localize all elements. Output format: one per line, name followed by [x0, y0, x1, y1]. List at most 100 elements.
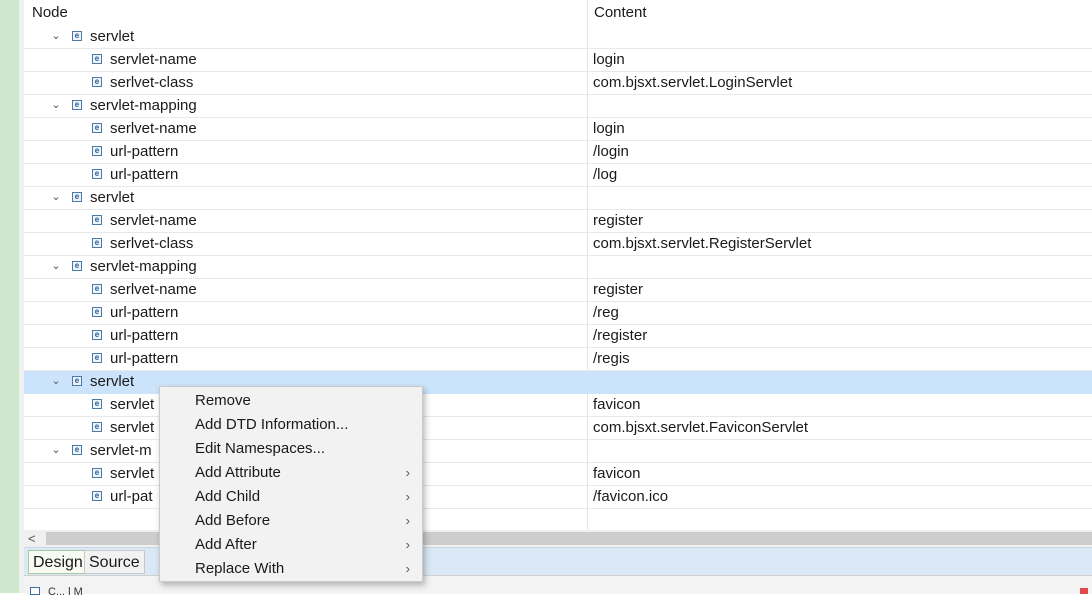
menu-item-add-attribute[interactable]: Add Attribute › — [160, 461, 422, 485]
node-name[interactable]: servlet-mapping — [90, 97, 197, 114]
xml-element-icon: e — [92, 284, 102, 294]
tree-row[interactable]: e url-pattern/regis — [24, 348, 1092, 371]
column-header-content[interactable]: Content — [594, 4, 647, 21]
node-name[interactable]: servlet — [110, 419, 154, 436]
tab-design[interactable]: Design — [28, 550, 88, 574]
chevron-down-icon[interactable]: ⌄ — [50, 29, 62, 43]
tree-row[interactable]: ⌄ e servlet — [24, 26, 1092, 49]
node-content[interactable]: com.bjsxt.servlet.RegisterServlet — [593, 235, 811, 252]
tree-row[interactable]: e url-pattern/reg — [24, 302, 1092, 325]
node-name[interactable]: servlet-m — [90, 442, 152, 459]
tree-row[interactable]: e url-pattern/login — [24, 141, 1092, 164]
node-name[interactable]: servlet — [110, 396, 154, 413]
scroll-left-icon[interactable]: < — [28, 531, 42, 546]
node-name[interactable]: servlet-name — [110, 212, 197, 229]
menu-item-edit-namespaces[interactable]: Edit Namespaces... — [160, 437, 422, 461]
menu-item-add-after[interactable]: Add After › — [160, 533, 422, 557]
node-name[interactable]: serlvet-name — [110, 281, 197, 298]
node-content[interactable]: /login — [593, 143, 629, 160]
menu-item-label: Add After — [195, 536, 257, 553]
tree-row[interactable]: e url-pattern/register — [24, 325, 1092, 348]
node-content[interactable]: /log — [593, 166, 617, 183]
tree-row[interactable]: e url-pattern/log — [24, 164, 1092, 187]
error-marker-icon — [1080, 588, 1088, 594]
xml-element-icon: e — [72, 31, 82, 41]
chevron-down-icon[interactable]: ⌄ — [50, 98, 62, 112]
node-content[interactable]: register — [593, 212, 643, 229]
node-content[interactable]: com.bjsxt.servlet.FaviconServlet — [593, 419, 808, 436]
menu-item-replace-with[interactable]: Replace With › — [160, 557, 422, 581]
xml-element-icon: e — [72, 192, 82, 202]
node-name[interactable]: url-pattern — [110, 166, 178, 183]
node-name[interactable]: url-pattern — [110, 350, 178, 367]
tree-row[interactable]: ⌄ e servlet — [24, 187, 1092, 210]
xml-element-icon: e — [72, 376, 82, 386]
menu-item-label: Edit Namespaces... — [195, 440, 326, 457]
node-content[interactable]: login — [593, 51, 625, 68]
column-header-node[interactable]: Node — [32, 4, 68, 21]
tree-row[interactable]: e serlvet-name login — [24, 118, 1092, 141]
chevron-down-icon[interactable]: ⌄ — [50, 190, 62, 204]
xml-element-icon: e — [92, 468, 102, 478]
menu-item-add-child[interactable]: Add Child › — [160, 485, 422, 509]
menu-item-label: Add DTD Information... — [195, 416, 349, 433]
bottom-panel-tab-label[interactable]: C... l M — [48, 586, 83, 598]
menu-item-label: Replace With — [195, 560, 285, 577]
chevron-down-icon[interactable]: ⌄ — [50, 443, 62, 457]
node-name[interactable]: servlet — [90, 373, 134, 390]
xml-element-icon: e — [92, 353, 102, 363]
xml-element-icon: e — [92, 330, 102, 340]
xml-element-icon: e — [72, 261, 82, 271]
node-name[interactable]: url-pat — [110, 488, 153, 505]
node-content[interactable]: favicon — [593, 465, 641, 482]
tree-row[interactable]: ⌄ e servlet-mapping — [24, 256, 1092, 279]
node-name[interactable]: url-pattern — [110, 327, 178, 344]
menu-item-label: Add Before — [195, 512, 271, 529]
node-name[interactable]: serlvet-name — [110, 120, 197, 137]
menu-item-remove[interactable]: Remove — [160, 389, 422, 413]
tree-row[interactable]: e serlvet-class com.bjsxt.servlet.LoginSer… — [24, 72, 1092, 95]
submenu-arrow-icon: › — [405, 489, 410, 504]
node-name[interactable]: url-pattern — [110, 143, 178, 160]
tree-row[interactable]: e servlet-name register — [24, 210, 1092, 233]
node-name[interactable]: servlet — [90, 189, 134, 206]
node-name[interactable]: url-pattern — [110, 304, 178, 321]
xml-element-icon: e — [72, 100, 82, 110]
xml-element-icon: e — [92, 146, 102, 156]
node-content[interactable]: /register — [593, 327, 647, 344]
node-name[interactable]: servlet-mapping — [90, 258, 197, 275]
xml-element-icon: e — [92, 54, 102, 64]
xml-element-icon: e — [92, 422, 102, 432]
node-content[interactable]: favicon — [593, 396, 641, 413]
console-icon[interactable] — [30, 587, 40, 595]
menu-item-label: Remove — [195, 392, 251, 409]
tree-row[interactable]: e servlet-name login — [24, 49, 1092, 72]
node-name[interactable]: serlvet-class — [110, 74, 193, 91]
node-content[interactable]: /reg — [593, 304, 619, 321]
node-content[interactable]: com.bjsxt.servlet.LoginServlet — [593, 74, 792, 91]
tree-row[interactable]: ⌄ e servlet-mapping — [24, 95, 1092, 118]
xml-element-icon: e — [92, 491, 102, 501]
context-menu: Remove Add DTD Information... Edit Namespa… — [159, 386, 423, 582]
menu-item-add-before[interactable]: Add Before › — [160, 509, 422, 533]
node-name[interactable]: servlet — [90, 28, 134, 45]
xml-element-icon: e — [92, 77, 102, 87]
tree-row[interactable]: e serlvet-name register — [24, 279, 1092, 302]
tab-source[interactable]: Source — [84, 550, 145, 574]
xml-element-icon: e — [92, 238, 102, 248]
tree-header: Node Content — [24, 0, 1092, 26]
node-name[interactable]: servlet — [110, 465, 154, 482]
node-content[interactable]: /favicon.ico — [593, 488, 668, 505]
node-name[interactable]: servlet-name — [110, 51, 197, 68]
chevron-down-icon[interactable]: ⌄ — [50, 259, 62, 273]
node-content[interactable]: /regis — [593, 350, 630, 367]
xml-element-icon: e — [92, 399, 102, 409]
node-content[interactable]: register — [593, 281, 643, 298]
submenu-arrow-icon: › — [405, 537, 410, 552]
menu-item-add-dtd-information[interactable]: Add DTD Information... — [160, 413, 422, 437]
xml-element-icon: e — [72, 445, 82, 455]
chevron-down-icon[interactable]: ⌄ — [50, 374, 62, 388]
node-name[interactable]: serlvet-class — [110, 235, 193, 252]
tree-row[interactable]: e serlvet-class com.bjsxt.servlet.Register… — [24, 233, 1092, 256]
node-content[interactable]: login — [593, 120, 625, 137]
